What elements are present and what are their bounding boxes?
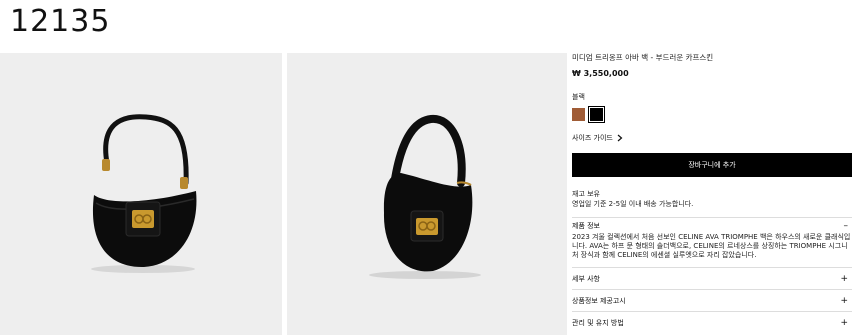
swatch-black[interactable] xyxy=(587,105,606,124)
shipping-info: 영업일 기준 2-5일 이내 배송 가능합니다. xyxy=(572,200,694,208)
plus-icon: + xyxy=(840,317,848,328)
accordion-details[interactable]: 세부 사항 + xyxy=(572,267,852,289)
bag-side-illustration xyxy=(369,114,481,279)
product-image-front[interactable] xyxy=(0,53,282,335)
product-price: ₩ 3,550,000 xyxy=(572,69,629,78)
size-guide-link[interactable]: 사이즈 가이드 xyxy=(572,133,852,143)
stock-status: 재고 보유 xyxy=(572,190,600,198)
accordion-label: 세부 사항 xyxy=(572,274,600,283)
plus-icon: + xyxy=(840,273,848,284)
minus-icon: – xyxy=(843,220,849,231)
product-info-toggle[interactable]: 제품 정보 – xyxy=(572,218,852,233)
product-title: 미디엄 트리옹프 아바 백 - 부드러운 카프스킨 xyxy=(572,53,714,62)
accordion-label: 관리 및 유지 방법 xyxy=(572,318,624,327)
chevron-right-icon xyxy=(617,134,623,142)
accordion-care[interactable]: 관리 및 유지 방법 + xyxy=(572,311,852,333)
accordion-product-notice[interactable]: 상품정보 제공고시 + xyxy=(572,289,852,311)
accordion-label: 상품정보 제공고시 xyxy=(572,296,626,305)
swatch-brown[interactable] xyxy=(572,108,585,121)
page-id-number: 12135 xyxy=(10,4,111,39)
plus-icon: + xyxy=(840,295,848,306)
bag-front-illustration xyxy=(91,114,197,273)
product-description: 2023 겨울 컬렉션에서 처음 선보인 CELINE AVA TRIOMPHE… xyxy=(572,233,851,259)
product-image-side[interactable] xyxy=(287,53,567,335)
size-guide-label: 사이즈 가이드 xyxy=(572,134,613,142)
add-to-cart-button[interactable]: 장바구니에 추가 xyxy=(572,153,852,177)
color-swatches xyxy=(572,105,852,124)
product-detail-panel: 미디엄 트리옹프 아바 백 - 부드러운 카프스킨 ₩ 3,550,000 블랙… xyxy=(572,53,852,333)
stock-info: 재고 보유 영업일 기준 2-5일 이내 배송 가능합니다. xyxy=(572,189,852,209)
color-label: 블랙 xyxy=(572,93,585,101)
product-info-section: 제품 정보 – 2023 겨울 컬렉션에서 처음 선보인 CELINE AVA … xyxy=(572,217,852,267)
product-info-header: 제품 정보 xyxy=(572,221,600,230)
